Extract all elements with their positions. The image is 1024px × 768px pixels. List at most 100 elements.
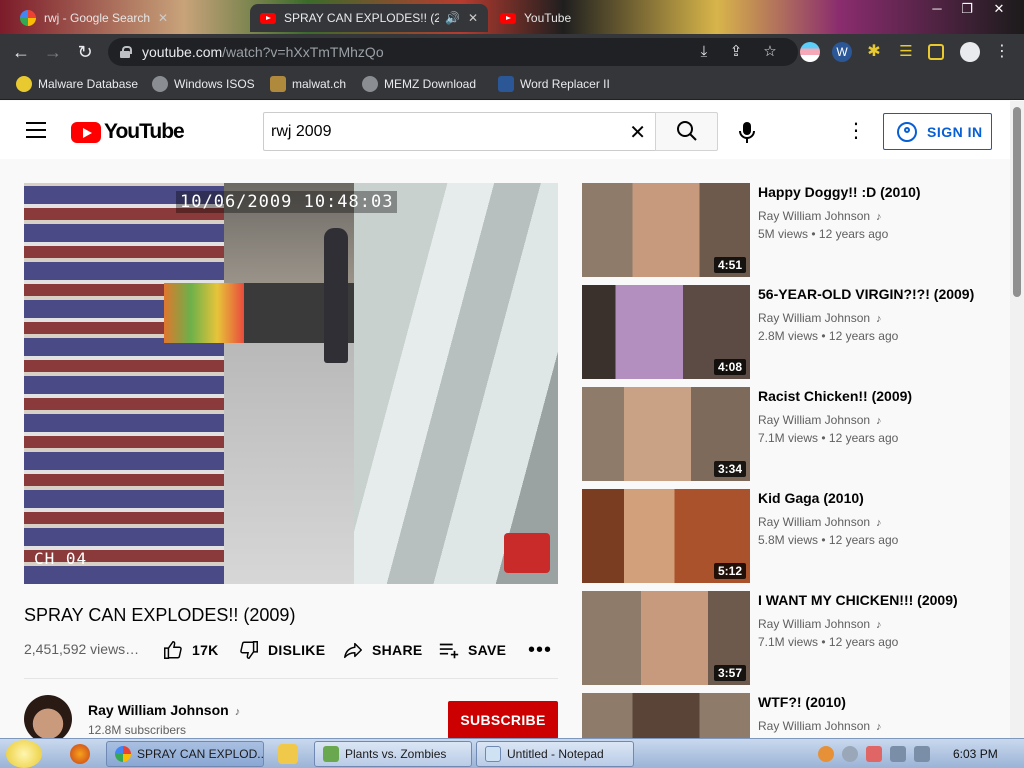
clear-search-icon[interactable]: ✕ — [629, 120, 646, 145]
save-button[interactable]: SAVE — [438, 639, 506, 661]
back-arrow-icon[interactable]: ← — [10, 41, 32, 63]
tab-spray-can-explodes[interactable]: SPRAY CAN EXPLODES!! (20 🔊 ✕ — [250, 4, 488, 32]
recommendation-title[interactable]: I WANT MY CHICKEN!!! (2009) — [758, 592, 1002, 608]
restore-button[interactable]: ❐ — [950, 0, 984, 18]
subscriber-count: 12.8M subscribers — [88, 723, 187, 737]
extension-w-icon[interactable]: W — [832, 42, 852, 62]
bookmark-star-icon[interactable]: ☆ — [760, 42, 780, 62]
bookmark-windows-isos[interactable]: Windows ISOS — [152, 76, 255, 92]
search-input[interactable]: rwj 2009 ✕ — [263, 112, 656, 151]
close-icon[interactable]: ✕ — [468, 11, 478, 25]
channel-watermark-icon[interactable] — [504, 533, 550, 573]
malwatch-icon — [270, 76, 286, 92]
start-button[interactable] — [6, 740, 42, 768]
recommendation-item[interactable]: 3:34 Racist Chicken!! (2009) Ray William… — [582, 387, 1002, 481]
folder-icon[interactable] — [278, 744, 298, 764]
subscribe-button[interactable]: SUBSCRIBE — [448, 701, 558, 738]
recommendation-item[interactable]: 3:57 I WANT MY CHICKEN!!! (2009) Ray Wil… — [582, 591, 1002, 685]
tray-app-icon[interactable] — [842, 746, 858, 762]
page-scrollbar[interactable] — [1010, 101, 1024, 738]
side-panel-icon[interactable] — [928, 44, 944, 60]
recommendation-item[interactable]: 4:51 Happy Doggy!! :D (2010) Ray William… — [582, 183, 1002, 277]
puzzle-icon[interactable]: ✱ — [864, 42, 884, 62]
tab-google-search[interactable]: rwj - Google Search ✕ — [10, 4, 250, 32]
reload-icon[interactable]: ↻ — [74, 41, 96, 63]
close-icon[interactable]: ✕ — [158, 11, 168, 25]
recommendation-item[interactable]: 5:12 Kid Gaga (2010) Ray William Johnson… — [582, 489, 1002, 583]
recommendation-channel[interactable]: Ray William Johnson ♪ — [758, 719, 882, 733]
flag-icon[interactable] — [866, 746, 882, 762]
close-window-button[interactable]: ✕ — [982, 0, 1016, 18]
channel-name[interactable]: Ray William Johnson ♪ — [88, 702, 240, 718]
video-thumbnail[interactable]: 3:57 — [582, 591, 750, 685]
network-icon[interactable] — [890, 746, 906, 762]
search-button[interactable] — [655, 112, 718, 151]
search-tray-icon[interactable] — [818, 746, 834, 762]
video-duration: 5:12 — [713, 563, 746, 579]
tab-youtube[interactable]: YouTube — [490, 4, 690, 32]
minimize-button[interactable]: ─ — [920, 0, 954, 18]
dislike-button[interactable]: DISLIKE — [238, 639, 325, 661]
recommendation-title[interactable]: Kid Gaga (2010) — [758, 490, 1002, 506]
view-count[interactable]: 2,451,592 views… — [24, 641, 139, 657]
bookmarks-bar: Malware Database Windows ISOS malwat.ch … — [0, 70, 1024, 100]
share-icon[interactable]: ⇪ — [726, 42, 746, 62]
bookmark-memz-download[interactable]: MEMZ Download — [362, 76, 476, 92]
taskbar-item-chrome[interactable]: SPRAY CAN EXPLOD... — [106, 741, 264, 767]
scrollbar-thumb[interactable] — [1013, 107, 1021, 297]
task-label: SPRAY CAN EXPLOD... — [137, 747, 264, 761]
recommendation-channel[interactable]: Ray William Johnson ♪ — [758, 311, 882, 325]
music-note-icon: ♪ — [876, 619, 882, 631]
speaker-icon[interactable]: 🔊 — [445, 11, 460, 25]
menu-icon[interactable] — [26, 122, 46, 138]
url-text[interactable]: youtube.com/watch?v=hXxTmTMhzQo — [142, 44, 384, 60]
bookmark-malwatch[interactable]: malwat.ch — [270, 76, 346, 92]
taskbar-item-notepad[interactable]: Untitled - Notepad — [476, 741, 634, 767]
video-thumbnail[interactable] — [582, 693, 750, 738]
recommendation-title[interactable]: 56-YEAR-OLD VIRGIN?!?! (2009) — [758, 286, 1002, 302]
store-shelves — [24, 183, 224, 584]
video-thumbnail[interactable]: 4:08 — [582, 285, 750, 379]
recommendation-title[interactable]: Racist Chicken!! (2009) — [758, 388, 1002, 404]
settings-more-icon[interactable]: ⋮ — [846, 121, 866, 141]
video-player[interactable]: 10/06/2009 10:48:03 CH 04 — [24, 183, 558, 584]
search-value[interactable]: rwj 2009 — [271, 123, 331, 141]
sign-in-button[interactable]: SIGN IN — [883, 113, 992, 150]
recommendation-channel[interactable]: Ray William Johnson ♪ — [758, 209, 882, 223]
recommendation-channel[interactable]: Ray William Johnson ♪ — [758, 617, 882, 631]
like-button[interactable]: 17K — [162, 639, 219, 661]
recommendation-channel[interactable]: Ray William Johnson ♪ — [758, 413, 882, 427]
channel-text: Ray William Johnson — [758, 515, 871, 529]
bookmark-word-replacer[interactable]: Word Replacer II — [498, 76, 610, 92]
more-actions-icon[interactable]: ••• — [528, 639, 552, 662]
youtube-logo[interactable]: YouTube — [71, 120, 185, 144]
lock-icon[interactable] — [120, 46, 132, 58]
taskbar-item-plants-vs-zombies[interactable]: Plants vs. Zombies — [314, 741, 472, 767]
recommendation-item[interactable]: 4:08 56-YEAR-OLD VIRGIN?!?! (2009) Ray W… — [582, 285, 1002, 379]
thumbs-up-icon — [164, 641, 182, 659]
extension-flag-icon[interactable] — [800, 42, 820, 62]
recommendation-title[interactable]: WTF?! (2010) — [758, 694, 1002, 710]
playlist-icon[interactable]: ☰ — [896, 42, 916, 62]
browser-menu-icon[interactable]: ⋮ — [992, 42, 1012, 62]
share-button[interactable]: SHARE — [342, 639, 423, 661]
install-icon[interactable]: ⤓ — [694, 42, 714, 62]
taskbar-clock[interactable]: 6:03 PM — [953, 747, 998, 761]
like-count: 17K — [192, 642, 219, 658]
microphone-icon[interactable] — [734, 119, 760, 145]
video-thumbnail[interactable]: 3:34 — [582, 387, 750, 481]
video-thumbnail[interactable]: 5:12 — [582, 489, 750, 583]
channel-name-text[interactable]: Ray William Johnson — [88, 702, 229, 718]
recommendation-channel[interactable]: Ray William Johnson ♪ — [758, 515, 882, 529]
profile-icon[interactable] — [960, 42, 980, 62]
youtube-page: YouTube rwj 2009 ✕ ⋮ SIGN IN 10/06/2009 … — [0, 101, 1010, 738]
channel-avatar[interactable] — [24, 695, 72, 738]
bookmark-malware-database[interactable]: Malware Database — [16, 76, 138, 92]
volume-icon[interactable] — [914, 746, 930, 762]
video-thumbnail[interactable]: 4:51 — [582, 183, 750, 277]
firefox-icon[interactable] — [70, 744, 90, 764]
recommendation-title[interactable]: Happy Doggy!! :D (2010) — [758, 184, 1002, 200]
forward-arrow-icon[interactable]: → — [42, 41, 64, 63]
recommendation-item[interactable]: WTF?! (2010) Ray William Johnson ♪ — [582, 693, 1002, 738]
address-bar[interactable]: youtube.com/watch?v=hXxTmTMhzQo ⤓ ⇪ ☆ — [108, 38, 798, 66]
